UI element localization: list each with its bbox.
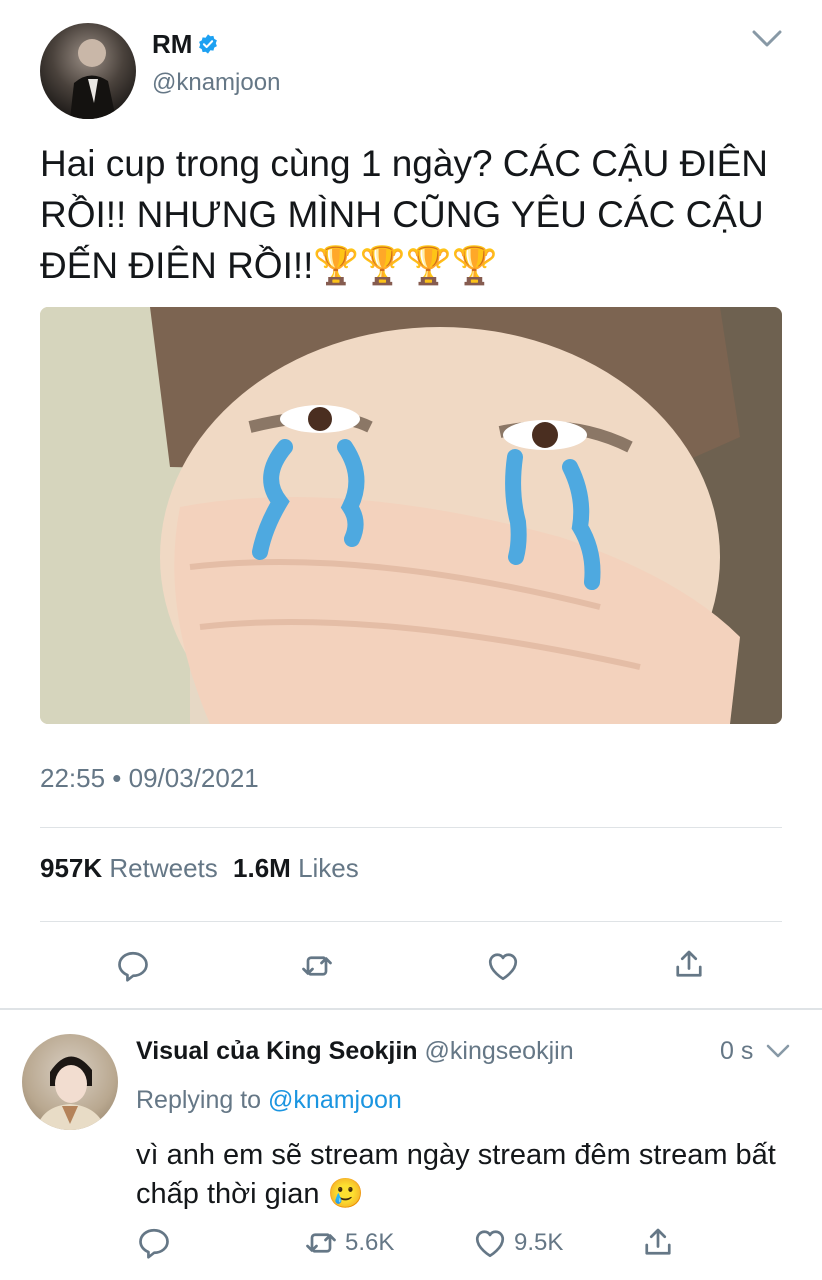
avatar-figure xyxy=(70,39,116,119)
reply-like-icon xyxy=(472,1225,508,1261)
tweet-photo[interactable] xyxy=(40,307,782,724)
retweets-stat[interactable]: 957K Retweets xyxy=(40,853,225,883)
reply-chevron-down-icon[interactable] xyxy=(764,1040,792,1062)
crying-selfie-image xyxy=(40,307,782,724)
share-icon xyxy=(671,946,707,982)
reply-text: vì anh em sẽ stream ngày stream đêm stre… xyxy=(136,1139,776,1210)
retweet-button[interactable] xyxy=(299,948,335,984)
tweet-stats: 957K Retweets 1.6M Likes xyxy=(40,853,359,883)
retweets-count: 957K xyxy=(40,853,103,883)
reply-author-handle[interactable]: @kingseokjin xyxy=(425,1037,574,1065)
retweet-icon xyxy=(299,948,335,984)
reply-reply-button[interactable] xyxy=(136,1225,172,1261)
likes-count: 1.6M xyxy=(233,853,291,883)
divider-top xyxy=(40,827,782,828)
reply-share-icon xyxy=(640,1224,676,1260)
reply-like-count: 9.5K xyxy=(514,1229,564,1256)
author-name[interactable]: RM xyxy=(152,28,192,60)
likes-label: Likes xyxy=(298,853,359,883)
divider-bottom xyxy=(40,921,782,922)
reply-retweet-icon xyxy=(303,1225,339,1261)
retweets-label: Retweets xyxy=(109,853,218,883)
author-handle[interactable]: @knamjoon xyxy=(152,69,280,97)
share-button[interactable] xyxy=(671,946,707,982)
tweet-timestamp[interactable]: 22:55 • 09/03/2021 xyxy=(40,763,259,793)
tweet-text: Hai cup trong cùng 1 ngày? CÁC CẬU ĐIÊN … xyxy=(40,143,769,286)
likes-stat[interactable]: 1.6M Likes xyxy=(233,853,359,883)
reply-button[interactable] xyxy=(115,948,151,984)
reply-reply-icon xyxy=(136,1225,172,1261)
reply-retweet-count: 5.6K xyxy=(345,1229,395,1256)
reply-icon xyxy=(115,948,151,984)
like-icon xyxy=(485,948,521,984)
reply-retweet-button[interactable]: 5.6K xyxy=(303,1225,394,1261)
reply-author-name[interactable]: Visual của King Seokjin xyxy=(136,1037,418,1065)
verified-badge-icon xyxy=(197,33,219,55)
author-avatar[interactable] xyxy=(40,23,136,119)
reply-avatar-figure xyxy=(36,1056,106,1130)
reply-share-button[interactable] xyxy=(640,1224,676,1260)
chevron-down-icon[interactable] xyxy=(750,24,784,52)
reply-like-button[interactable]: 9.5K xyxy=(472,1225,563,1261)
reply-author-avatar[interactable] xyxy=(22,1034,118,1130)
replying-to-handle[interactable]: @knamjoon xyxy=(268,1086,402,1114)
reply-time[interactable]: 0 s xyxy=(720,1036,753,1066)
section-separator xyxy=(0,1008,822,1010)
replying-to-label: Replying to xyxy=(136,1086,262,1114)
like-button[interactable] xyxy=(485,948,521,984)
